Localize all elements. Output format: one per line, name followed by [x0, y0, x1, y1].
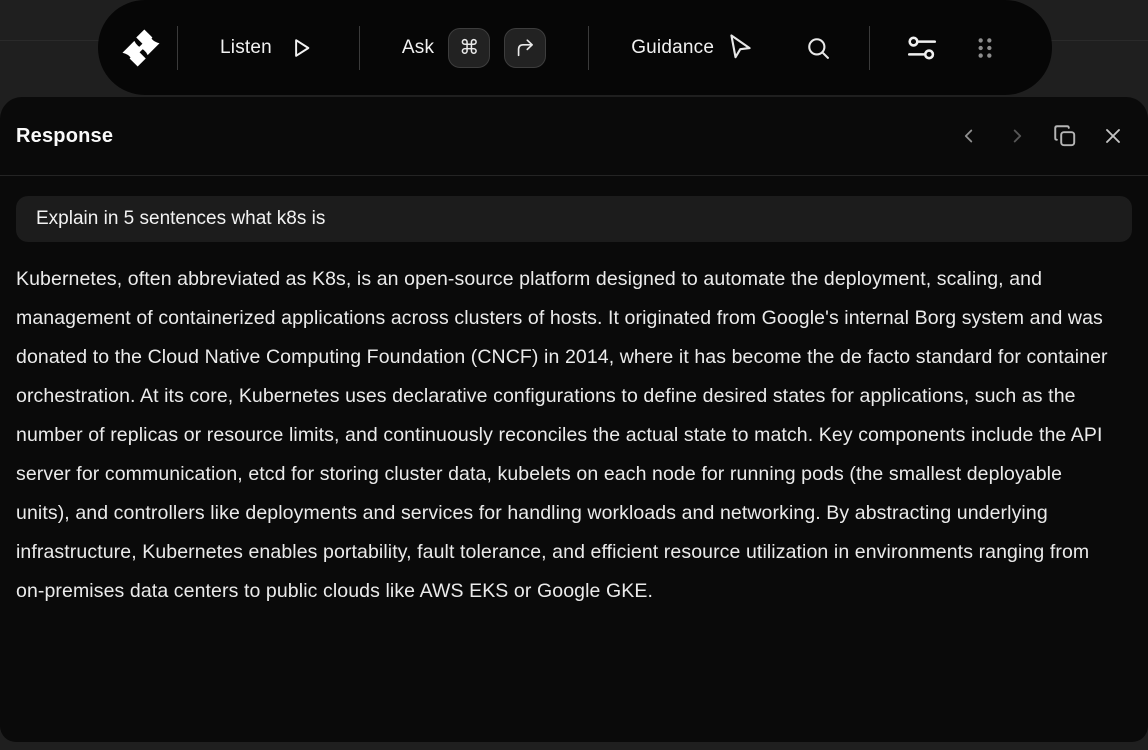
cursor-pointer-icon [724, 33, 754, 63]
close-icon [1101, 124, 1125, 148]
app-logo-button[interactable] [98, 0, 177, 95]
assistant-toolbar: Listen Ask ⌘ Guidance [98, 0, 1052, 95]
panel-title: Response [16, 125, 113, 148]
previous-response-button[interactable] [956, 123, 982, 149]
drag-handle-dots-icon[interactable] [975, 35, 995, 61]
search-icon [804, 34, 832, 62]
panel-header-actions [956, 123, 1126, 149]
search-button[interactable] [754, 0, 869, 95]
guidance-label: Guidance [631, 37, 714, 59]
app-logo-icon [122, 29, 160, 67]
ask-button[interactable]: Ask ⌘ [360, 0, 588, 95]
response-panel: Response [0, 97, 1148, 742]
guidance-button[interactable]: Guidance [589, 0, 754, 95]
copy-response-button[interactable] [1052, 123, 1078, 149]
response-body-text: Kubernetes, often abbreviated as K8s, is… [0, 242, 1148, 611]
listen-label: Listen [220, 37, 272, 59]
chevron-right-icon [1006, 125, 1028, 147]
response-panel-header: Response [0, 97, 1148, 175]
copy-icon [1052, 123, 1078, 149]
toolbar-right-group [870, 0, 1019, 95]
user-query-box: Explain in 5 sentences what k8s is [16, 196, 1132, 242]
chevron-left-icon [958, 125, 980, 147]
return-key-badge [504, 28, 546, 68]
play-icon [288, 35, 314, 61]
next-response-button[interactable] [1004, 123, 1030, 149]
close-panel-button[interactable] [1100, 123, 1126, 149]
listen-button[interactable]: Listen [178, 0, 359, 95]
header-divider [0, 175, 1148, 176]
user-query-text: Explain in 5 sentences what k8s is [36, 208, 325, 230]
sliders-icon[interactable] [905, 31, 939, 65]
return-arrow-icon [514, 37, 536, 59]
command-key-icon: ⌘ [459, 35, 479, 60]
ask-label: Ask [402, 37, 434, 59]
command-key-badge: ⌘ [448, 28, 490, 68]
